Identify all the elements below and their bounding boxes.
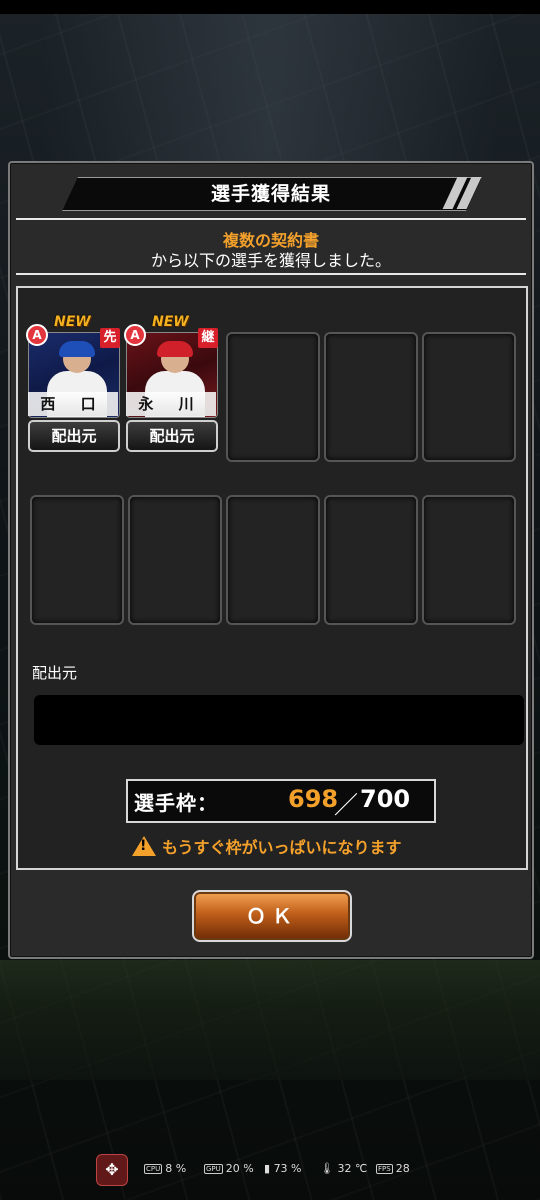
empty-slot: [324, 495, 418, 625]
position-badge: 継: [198, 328, 218, 348]
gpu-usage: GPU 20 %: [204, 1162, 254, 1175]
empty-slot: [422, 332, 516, 462]
source-label: 配出元: [32, 664, 78, 682]
capacity-current: 698: [288, 785, 339, 813]
empty-slot: [226, 332, 320, 462]
message-body: から以下の選手を獲得しました。: [150, 251, 391, 270]
player-name: 永 川: [126, 392, 216, 416]
empty-slot: [422, 495, 516, 625]
new-tag: NEW: [54, 314, 91, 330]
empty-slot: [30, 495, 124, 625]
field-background: [0, 960, 540, 1080]
roster-capacity: 選手枠： 698 ／ 700: [126, 779, 436, 823]
thermometer-icon: 🌡: [320, 1162, 338, 1175]
player-name: 西 口: [28, 392, 118, 416]
battery-level: ▮ 73 %: [264, 1162, 302, 1175]
message-divider: [16, 273, 526, 275]
cpu-icon: CPU: [144, 1164, 163, 1174]
position-badge: 先: [100, 328, 120, 348]
capacity-separator: ／: [334, 791, 358, 819]
battery-icon: ▮: [264, 1162, 274, 1175]
new-tag: NEW: [152, 314, 189, 330]
player-grid-panel: 西 口 A 先 NEW 配出元 永 川 A 継 NEW 配出元 配出元 選手枠：…: [16, 286, 528, 870]
temperature: 🌡 32 ℃: [320, 1162, 368, 1175]
status-bar: [0, 0, 540, 14]
fps-counter: FPS 28: [376, 1162, 410, 1175]
capacity-label: 選手枠：: [134, 791, 218, 815]
player-cap: [59, 341, 95, 357]
ok-button[interactable]: ＯＫ: [192, 890, 352, 942]
performance-overlay: ✥ CPU 8 % GPU 20 % ▮ 73 % 🌡 32 ℃ FPS 28: [96, 1154, 426, 1186]
empty-slot: [226, 495, 320, 625]
empty-slot: [128, 495, 222, 625]
cpu-usage: CPU 8 %: [144, 1162, 187, 1175]
capacity-warning: もうすぐ枠がいっぱいになります: [162, 838, 402, 857]
empty-slot: [324, 332, 418, 462]
dialog-title: 選手獲得結果: [210, 183, 331, 205]
gpu-icon: GPU: [204, 1164, 223, 1174]
source-detail-box: [34, 695, 524, 745]
warning-icon-mark: !: [140, 838, 147, 854]
player-card[interactable]: 西 口 A 先 NEW 配出元: [26, 314, 120, 452]
rank-badge: A: [26, 324, 48, 346]
move-icon[interactable]: ✥: [96, 1154, 128, 1186]
title-divider: [16, 218, 526, 220]
result-dialog: 選手獲得結果 複数の契約書 から以下の選手を獲得しました。 西 口 A 先 NE…: [8, 161, 534, 959]
rank-badge: A: [124, 324, 146, 346]
source-button[interactable]: 配出元: [126, 420, 218, 452]
capacity-max: 700: [360, 785, 411, 813]
player-card[interactable]: 永 川 A 継 NEW 配出元: [124, 314, 218, 452]
source-button[interactable]: 配出元: [28, 420, 120, 452]
fps-icon: FPS: [376, 1164, 393, 1174]
player-cap: [157, 341, 193, 357]
